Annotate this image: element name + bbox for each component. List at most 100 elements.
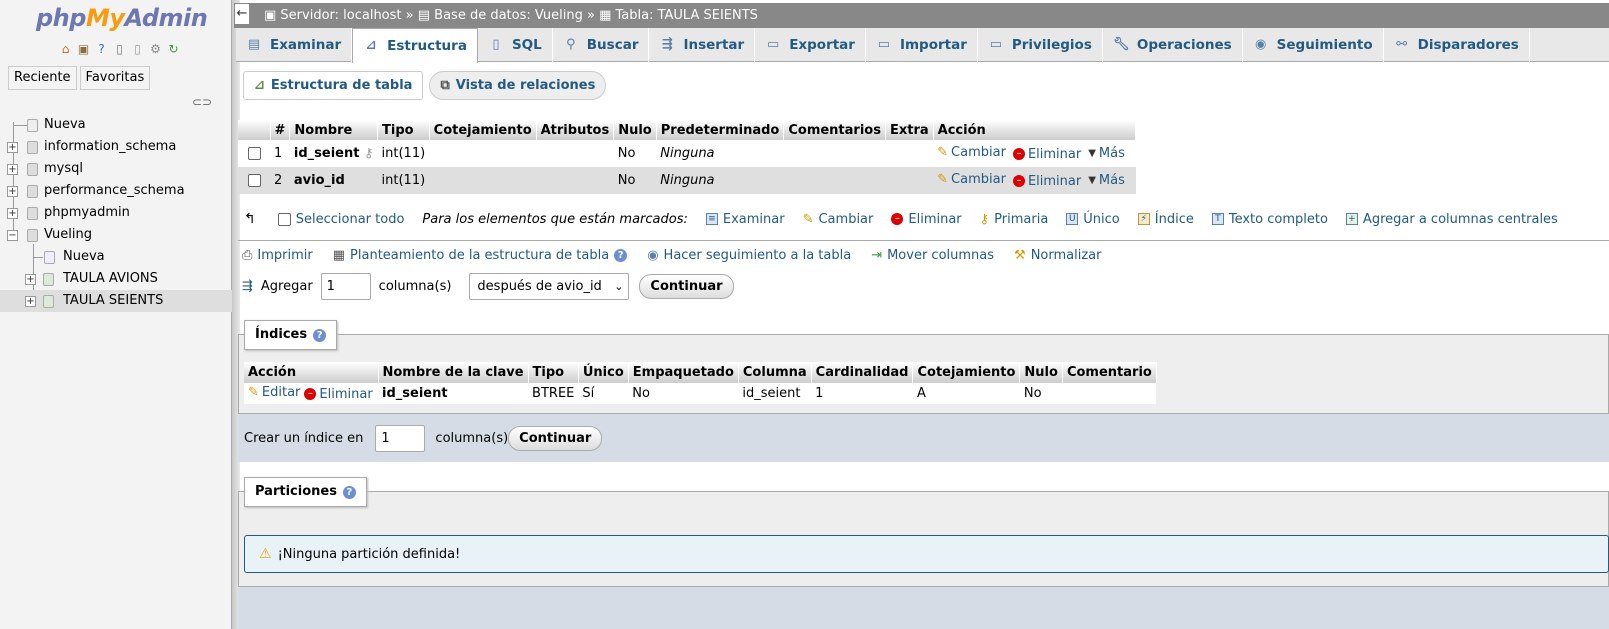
recent-button[interactable]: Reciente bbox=[8, 66, 77, 90]
bulk-label: Índice bbox=[1154, 211, 1194, 227]
tree-item-new-table[interactable]: Nueva bbox=[0, 246, 232, 268]
expand-icon[interactable]: + bbox=[25, 274, 36, 285]
gear-icon[interactable]: ⚙ bbox=[148, 42, 163, 57]
tab-import[interactable]: ▭ Importar bbox=[866, 28, 978, 62]
track-table-link[interactable]: ◉ Hacer seguimiento a la tabla bbox=[647, 248, 851, 263]
bulk-fulltext-button[interactable]: T Texto completo bbox=[1211, 212, 1328, 227]
column-position-select[interactable]: después de avio_id ⌄ bbox=[469, 273, 630, 300]
change-column-link[interactable]: ✎ Cambiar bbox=[937, 172, 1006, 187]
header-attributes[interactable]: Atributos bbox=[536, 120, 615, 140]
breadcrumb-database[interactable]: Base de datos: Vueling bbox=[434, 8, 583, 23]
expand-icon[interactable]: + bbox=[7, 208, 18, 219]
database-tree: Nueva + information_schema + mysql + per… bbox=[0, 114, 232, 312]
bulk-central-columns-button[interactable]: + Agregar a columnas centrales bbox=[1345, 212, 1558, 227]
column-count-input[interactable]: 1 bbox=[320, 273, 371, 300]
favorites-button[interactable]: Favoritas bbox=[79, 66, 151, 90]
help-icon[interactable]: ? bbox=[94, 42, 109, 57]
breadcrumb-table[interactable]: Tabla: TAULA SEIENTS bbox=[615, 8, 757, 23]
drop-index-link[interactable]: – Eliminar bbox=[304, 387, 373, 402]
tree-item-performance-schema[interactable]: + performance_schema bbox=[0, 180, 232, 202]
more-dropdown[interactable]: ▼ Más bbox=[1088, 173, 1125, 188]
tree-item-taula-avions[interactable]: + TAULA AVIONS bbox=[0, 268, 232, 290]
docs-icon[interactable]: ▯ bbox=[112, 42, 127, 57]
header-default[interactable]: Predeterminado bbox=[656, 120, 785, 140]
cell-num: 2 bbox=[270, 167, 290, 194]
more-dropdown[interactable]: ▼ Más bbox=[1088, 146, 1125, 161]
bulk-index-button[interactable]: ⚡ Índice bbox=[1137, 211, 1194, 227]
edit-index-link[interactable]: ✎ Editar bbox=[248, 385, 300, 400]
help-icon[interactable]: ? bbox=[313, 328, 327, 342]
logout-icon[interactable]: ▣ bbox=[76, 42, 91, 57]
header-collation[interactable]: Cotejamiento bbox=[429, 120, 537, 140]
select-all-checkbox[interactable] bbox=[277, 212, 291, 226]
main-tabs: ▤ Examinar ⊿ Estructura ▯ SQL ⚲ Buscar ⇶ Inse… bbox=[236, 28, 1609, 63]
header-type[interactable]: Tipo bbox=[377, 120, 430, 140]
propose-icon: ▦ bbox=[332, 248, 346, 263]
indexes-legend: Índices? bbox=[244, 320, 338, 350]
expand-icon[interactable]: + bbox=[7, 186, 18, 197]
collapse-sidebar-icon[interactable]: ← bbox=[234, 3, 250, 25]
drop-column-link[interactable]: – Eliminar bbox=[1012, 174, 1081, 189]
tree-item-new-database[interactable]: Nueva bbox=[0, 114, 232, 136]
tab-triggers[interactable]: ⚯ Disparadores bbox=[1384, 28, 1530, 62]
tab-operations[interactable]: 🔧︎ Operaciones bbox=[1103, 28, 1243, 62]
expand-icon[interactable]: + bbox=[25, 296, 36, 307]
bulk-change-button[interactable]: ✎ Cambiar bbox=[803, 212, 874, 227]
bulk-unique-button[interactable]: U Único bbox=[1066, 212, 1120, 227]
relation-view-subtab[interactable]: ⧉ Vista de relaciones bbox=[429, 71, 607, 100]
change-column-link[interactable]: ✎ Cambiar bbox=[937, 145, 1006, 160]
tree-item-information-schema[interactable]: + information_schema bbox=[0, 136, 232, 158]
expand-icon[interactable]: + bbox=[7, 164, 18, 175]
database-icon bbox=[27, 229, 38, 242]
expand-icon[interactable]: + bbox=[7, 142, 18, 153]
reload-icon[interactable]: ↻ bbox=[166, 42, 181, 57]
tree-item-taula-seients[interactable]: + TAULA SEIENTS bbox=[0, 290, 232, 312]
tree-item-vueling[interactable]: − Vueling bbox=[0, 224, 232, 246]
header-num[interactable]: # bbox=[270, 120, 291, 140]
copy-icon[interactable]: ▯ bbox=[130, 42, 145, 57]
link-with-main-panel-icon[interactable]: ⊂⊃ bbox=[192, 95, 212, 109]
phpmyadmin-logo[interactable]: phpMyAdmin bbox=[36, 4, 208, 32]
tree-item-mysql[interactable]: + mysql bbox=[0, 158, 232, 180]
index-column-count-input[interactable]: 1 bbox=[375, 424, 426, 452]
breadcrumb-server[interactable]: Servidor: localhost bbox=[280, 8, 401, 23]
bulk-browse-button[interactable]: ≡ Examinar bbox=[705, 212, 785, 227]
row-checkbox[interactable] bbox=[248, 147, 261, 160]
select-all-control[interactable]: Seleccionar todo bbox=[277, 212, 405, 227]
tab-tracking[interactable]: ◉ Seguimiento bbox=[1243, 28, 1384, 62]
header-null[interactable]: Nulo bbox=[613, 120, 657, 140]
normalize-link[interactable]: ⚒ Normalizar bbox=[1014, 248, 1101, 263]
tab-sql[interactable]: ▯ SQL bbox=[478, 28, 553, 62]
print-link[interactable]: ⎙ Imprimir bbox=[242, 248, 313, 263]
tab-insert[interactable]: ⇶ Insertar bbox=[649, 28, 756, 62]
insert-icon: ⇶ bbox=[662, 37, 673, 52]
select-all-label[interactable]: Seleccionar todo bbox=[296, 212, 405, 227]
index-cardinality: 1 bbox=[811, 383, 913, 404]
action-label: Cambiar bbox=[951, 172, 1006, 188]
create-index-submit-button[interactable]: Continuar bbox=[508, 425, 603, 451]
table-structure-subtab[interactable]: ⊿ Estructura de tabla bbox=[243, 71, 424, 100]
home-icon[interactable]: ⌂ bbox=[58, 42, 73, 57]
tab-browse[interactable]: ▤ Examinar bbox=[236, 28, 353, 62]
tab-structure[interactable]: ⊿ Estructura bbox=[352, 28, 478, 63]
help-icon[interactable]: ? bbox=[342, 485, 356, 499]
help-icon[interactable]: ? bbox=[614, 249, 628, 262]
add-columns-submit-button[interactable]: Continuar bbox=[639, 274, 734, 299]
header-name[interactable]: Nombre bbox=[289, 120, 379, 140]
collapse-icon[interactable]: − bbox=[7, 230, 18, 241]
logo-my: My bbox=[85, 4, 125, 32]
propose-structure-link[interactable]: ▦ Planteamiento de la estructura de tabla… bbox=[332, 248, 628, 263]
tab-privileges[interactable]: ▭ Privilegios bbox=[978, 28, 1103, 62]
indexes-title: Índices bbox=[255, 327, 308, 342]
move-columns-link[interactable]: ⇥ Mover columnas bbox=[871, 248, 994, 263]
tab-search[interactable]: ⚲ Buscar bbox=[553, 28, 650, 62]
cell-null: No bbox=[613, 140, 657, 167]
header-comments[interactable]: Comentarios bbox=[783, 120, 886, 140]
drop-column-link[interactable]: – Eliminar bbox=[1012, 147, 1081, 162]
tab-export[interactable]: ▭ Exportar bbox=[755, 28, 866, 62]
tree-item-phpmyadmin[interactable]: + phpmyadmin bbox=[0, 202, 232, 224]
bulk-drop-button[interactable]: – Eliminar bbox=[891, 212, 962, 227]
row-checkbox[interactable] bbox=[248, 174, 261, 187]
bulk-primary-button[interactable]: ⚷ Primaria bbox=[980, 212, 1049, 227]
header-extra[interactable]: Extra bbox=[885, 120, 934, 140]
